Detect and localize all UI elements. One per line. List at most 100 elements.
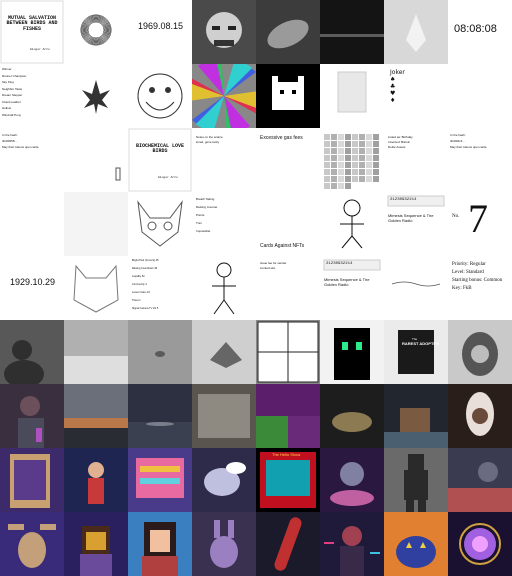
nft-thumbnail-20[interactable]: Excessive gas fees	[256, 128, 320, 192]
tile-text: In the hash:	[450, 133, 466, 137]
nft-thumbnail-43[interactable]	[192, 320, 256, 384]
tile-text: Raising Countdown 46	[132, 267, 158, 270]
nft-thumbnail-37[interactable]: 21230932214 Mimesis Sequence & The Golden …	[320, 256, 384, 320]
nft-thumbnail-64[interactable]	[0, 512, 64, 576]
tile-text: May their tokens open wide	[450, 145, 487, 149]
tile-text: Points	[196, 213, 205, 217]
nft-thumbnail-31[interactable]: No. 7	[448, 192, 512, 256]
nft-thumbnail-17[interactable]	[64, 128, 128, 192]
tile-text: Liquidity 52	[132, 275, 145, 278]
nft-thumbnail-45[interactable]	[320, 320, 384, 384]
tile-text: Listed as: Birthday	[388, 135, 413, 139]
tile-text: Signal Camera Tv Vol 5	[132, 307, 159, 310]
tile-text: loved, gone lucky	[196, 140, 220, 144]
nft-thumbnail-54[interactable]	[384, 384, 448, 448]
tile-text: MUTUAL SALVATION BETWEEN BIRDS AND FISHE…	[6, 15, 58, 32]
tile-text: Community 4	[132, 283, 147, 286]
nft-thumbnail-69[interactable]	[320, 512, 384, 576]
nft-thumbnail-59[interactable]	[192, 448, 256, 512]
nft-thumbnail-57[interactable]	[64, 448, 128, 512]
tile-text: Invented: Bitcoin	[388, 140, 411, 144]
nft-thumbnail-65[interactable]	[64, 512, 128, 576]
nft-thumbnail-55[interactable]	[448, 384, 512, 448]
nft-thumbnail-27[interactable]: Breath Taking Raising Counter Points Turn Im…	[192, 192, 256, 256]
nft-thumbnail-53[interactable]	[320, 384, 384, 448]
tile-text: Ginger Arts	[158, 176, 178, 179]
nft-thumbnail-6[interactable]	[384, 0, 448, 64]
nft-thumbnail-9[interactable]	[64, 64, 128, 128]
tile-text: 21230932214	[326, 262, 353, 266]
nft-thumbnail-39[interactable]: Priority: Regular Level: Standard Starting…	[448, 256, 512, 320]
nft-thumbnail-46[interactable]: The RAREST ADOPTER	[384, 320, 448, 384]
tile-text: Key: FkB	[452, 286, 472, 291]
nft-thumbnail-11[interactable]	[192, 64, 256, 128]
nft-thumbnail-70[interactable]	[384, 512, 448, 576]
nft-thumbnail-0[interactable]: MUTUAL SALVATION BETWEEN BIRDS AND FISHE…	[0, 0, 64, 64]
nft-thumbnail-5[interactable]	[320, 0, 384, 64]
nft-thumbnail-42[interactable]	[128, 320, 192, 384]
nft-thumbnail-3[interactable]	[192, 0, 256, 64]
nft-thumbnail-60[interactable]: The Hello Show	[256, 448, 320, 512]
nft-thumbnail-8[interactable]: Winner Runner Champion Sky King Neighbor Ta…	[0, 64, 64, 128]
tile-text: Sky King	[2, 80, 14, 84]
nft-thumbnail-52[interactable]	[256, 384, 320, 448]
nft-thumbnail-34[interactable]: Bright Pool (Current) 45 Raising Countdow…	[128, 256, 192, 320]
nft-thumbnail-24[interactable]	[0, 192, 64, 256]
nft-thumbnail-13[interactable]	[320, 64, 384, 128]
nft-thumbnail-19[interactable]: Notes on the scarce loved, gone lucky	[192, 128, 256, 192]
nft-thumbnail-1[interactable]	[64, 0, 128, 64]
tile-text: 21230932214	[390, 198, 417, 202]
nft-thumbnail-63[interactable]	[448, 448, 512, 512]
nft-thumbnail-66[interactable]	[128, 512, 192, 576]
nft-thumbnail-16[interactable]: In the hash: 3b4f0258… May their tokens op…	[0, 128, 64, 192]
nft-thumbnail-30[interactable]: 21230932214 Mimesis Sequence & The Golden …	[384, 192, 448, 256]
nft-thumbnail-50[interactable]	[128, 384, 192, 448]
nft-thumbnail-62[interactable]	[384, 448, 448, 512]
nft-thumbnail-71[interactable]	[448, 512, 512, 576]
tile-text: Bright Pool (Current) 45	[132, 259, 159, 262]
nft-thumbnail-41[interactable]	[64, 320, 128, 384]
tile-text: 1929.10.29	[10, 277, 56, 287]
nft-thumbnail-68[interactable]	[256, 512, 320, 576]
nft-thumbnail-4[interactable]	[256, 0, 320, 64]
nft-thumbnail-10[interactable]	[128, 64, 192, 128]
tile-text: Impossible	[196, 229, 211, 233]
nft-thumbnail-26[interactable]	[128, 192, 192, 256]
nft-thumbnail-21[interactable]	[320, 128, 384, 192]
nft-thumbnail-47[interactable]	[448, 320, 512, 384]
nft-thumbnail-35[interactable]	[192, 256, 256, 320]
nft-thumbnail-48[interactable]	[0, 384, 64, 448]
tile-text: Windmill Pony	[2, 112, 22, 117]
nft-thumbnail-7[interactable]: 08:08:08	[448, 0, 512, 64]
nft-thumbnail-49[interactable]	[64, 384, 128, 448]
nft-thumbnail-23[interactable]: In the hash: 3b4f02c3… May their tokens op…	[448, 128, 512, 192]
nft-thumbnail-58[interactable]	[128, 448, 192, 512]
nft-thumbnail-36[interactable]: Issue fee for sender Limited slot	[256, 256, 320, 320]
tile-text: Golden Radio	[388, 218, 413, 223]
nft-thumbnail-2[interactable]: 1969.08.15	[128, 0, 192, 64]
tile-text: Breath Taking	[196, 197, 215, 201]
nft-thumbnail-grid: MUTUAL SALVATION BETWEEN BIRDS AND FISHE…	[0, 0, 512, 576]
nft-thumbnail-22[interactable]: Listed as: Birthday Invented: Bitcoin Doki…	[384, 128, 448, 192]
tile-text: In the hash:	[2, 133, 18, 137]
nft-thumbnail-29[interactable]	[320, 192, 384, 256]
nft-thumbnail-67[interactable]	[192, 512, 256, 576]
nft-thumbnail-15[interactable]	[448, 64, 512, 128]
nft-thumbnail-38[interactable]	[384, 256, 448, 320]
nft-thumbnail-14[interactable]: Joker ♠ ♣ ♥ ♦	[384, 64, 448, 128]
tile-text: ♦	[390, 97, 396, 104]
tile-text: No.	[452, 214, 460, 219]
nft-thumbnail-18[interactable]: BIOCHEMICAL LOVE BIRDS Ginger Arts	[128, 128, 192, 192]
tile-text: 08:08:08	[454, 23, 497, 35]
nft-thumbnail-33[interactable]	[64, 256, 128, 320]
nft-thumbnail-44[interactable]	[256, 320, 320, 384]
nft-thumbnail-56[interactable]	[0, 448, 64, 512]
nft-thumbnail-28[interactable]: Cards Against NFTs	[256, 192, 320, 256]
nft-thumbnail-51[interactable]	[192, 384, 256, 448]
nft-thumbnail-40[interactable]	[0, 320, 64, 384]
tile-text: Raising Counter	[196, 205, 218, 209]
nft-thumbnail-32[interactable]: 1929.10.29	[0, 256, 64, 320]
nft-thumbnail-61[interactable]	[320, 448, 384, 512]
nft-thumbnail-25[interactable]	[64, 192, 128, 256]
nft-thumbnail-12[interactable]	[256, 64, 320, 128]
